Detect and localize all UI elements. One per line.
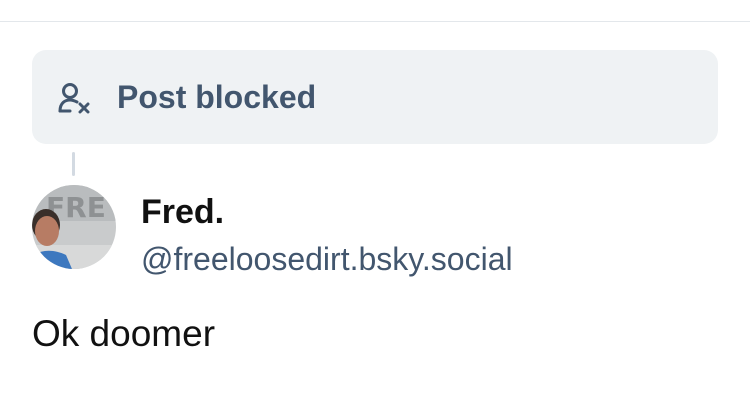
blocked-post-label: Post blocked <box>117 79 317 115</box>
author-display-name[interactable]: Fred. <box>141 192 224 232</box>
thread-connector-line <box>72 152 75 176</box>
post-text: Ok doomer <box>32 313 216 354</box>
top-divider <box>0 21 750 22</box>
avatar-image: FRE <box>32 185 116 269</box>
avatar[interactable]: FRE <box>32 185 116 269</box>
person-x-icon <box>58 83 90 114</box>
author-handle[interactable]: @freeloosedirt.bsky.social <box>141 239 513 279</box>
post-thread-view: Post blocked FRE Fred. @freeloosedirt.bs… <box>0 0 750 406</box>
